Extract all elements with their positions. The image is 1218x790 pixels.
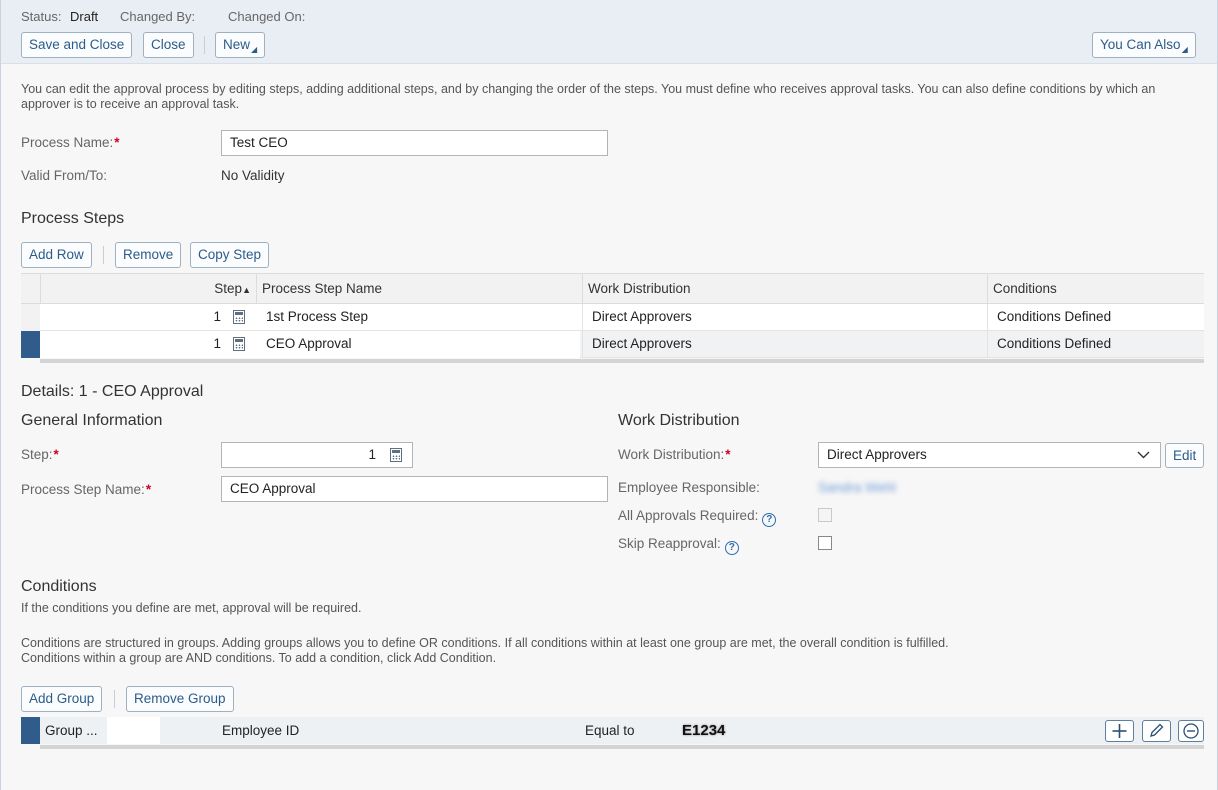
horizontal-scrollbar[interactable]	[40, 359, 1204, 363]
group-cell[interactable]: Group ...	[45, 723, 98, 738]
new-button[interactable]: New◢	[215, 32, 266, 58]
details-title: Details: 1 - CEO Approval	[21, 383, 204, 400]
work-distribution-select-value: Direct Approvers	[827, 447, 927, 462]
conditions-title: Conditions	[21, 578, 97, 595]
condition-operator-cell: Equal to	[585, 723, 635, 738]
toolbar-separator	[114, 690, 115, 708]
condition-field-cell: Employee ID	[222, 723, 300, 738]
table-header: Step▲ Process Step Name Work Distributio…	[21, 273, 1204, 304]
row-selector-selected[interactable]	[21, 331, 40, 358]
remove-condition-button[interactable]	[1178, 720, 1204, 742]
add-condition-button[interactable]	[1105, 720, 1134, 742]
conditions-cell: Conditions Defined	[987, 304, 1204, 331]
general-information-title: General Information	[21, 412, 163, 429]
dropdown-caret-icon: ◢	[251, 45, 258, 54]
step-label: Step:*	[21, 447, 59, 462]
employee-responsible-value[interactable]: Sandra Wehl	[818, 480, 896, 495]
add-row-button[interactable]: Add Row	[21, 242, 92, 268]
remove-button[interactable]: Remove	[115, 242, 182, 268]
add-group-button[interactable]: Add Group	[21, 686, 103, 712]
save-and-close-button[interactable]: Save and Close	[21, 32, 133, 58]
edit-condition-button[interactable]	[1142, 720, 1171, 742]
calculator-icon[interactable]	[390, 448, 402, 462]
skip-reapproval-label: Skip Reapproval:?	[618, 536, 739, 555]
table-row-selected[interactable]: 1 CEO Approval Direct Approvers Conditio…	[21, 331, 1204, 358]
work-distribution-label-text: Work Distribution:	[618, 447, 725, 462]
step-cell[interactable]: 1	[40, 331, 221, 358]
dropdown-caret-icon: ◢	[1181, 45, 1188, 54]
minus-circle-icon	[1183, 723, 1199, 739]
new-button-label: New	[223, 37, 251, 52]
conditions-info-text: If the conditions you define are met, ap…	[21, 601, 362, 615]
copy-step-button[interactable]: Copy Step	[190, 242, 270, 268]
calculator-icon[interactable]	[233, 337, 245, 351]
step-header-label: Step	[214, 281, 243, 296]
step-name-cell[interactable]: CEO Approval	[266, 331, 352, 358]
skip-reapproval-label-text: Skip Reapproval:	[618, 536, 721, 551]
changed-on-label: Changed On:	[228, 9, 306, 24]
work-distribution-cell: Direct Approvers	[582, 331, 987, 358]
you-can-also-button[interactable]: You Can Also◢	[1092, 32, 1196, 58]
horizontal-scrollbar[interactable]	[40, 745, 1204, 749]
column-header-conditions[interactable]: Conditions	[987, 274, 1204, 303]
work-distribution-label: Work Distribution:*	[618, 447, 731, 462]
row-selector[interactable]	[21, 304, 40, 331]
all-approvals-required-label: All Approvals Required:?	[618, 508, 777, 527]
process-name-input[interactable]: Test CEO	[221, 130, 608, 156]
row-selector-selected[interactable]	[21, 717, 40, 744]
work-distribution-cell: Direct Approvers	[582, 304, 987, 331]
valid-from-to-value: No Validity	[221, 168, 285, 183]
calculator-icon[interactable]	[233, 310, 245, 324]
employee-responsible-label: Employee Responsible:	[618, 480, 760, 495]
valid-from-to-label: Valid From/To:	[21, 168, 108, 183]
toolbar-separator	[103, 246, 104, 264]
process-name-label: Process Name:*	[21, 135, 120, 150]
help-icon[interactable]: ?	[724, 541, 739, 555]
condition-value-cell: E1234	[682, 722, 726, 739]
column-header-step-name[interactable]: Process Step Name	[256, 274, 582, 303]
required-marker: *	[114, 135, 120, 150]
toolbar-separator	[204, 36, 205, 54]
required-marker: *	[53, 447, 59, 462]
page-header: Status: Draft Changed By: Changed On: Sa…	[1, 0, 1217, 64]
step-label-text: Step:	[21, 447, 53, 462]
remove-group-button[interactable]: Remove Group	[126, 686, 234, 712]
required-marker: *	[145, 482, 152, 497]
step-cell[interactable]: 1	[40, 304, 221, 331]
process-step-name-label: Process Step Name:*	[21, 482, 151, 497]
conditions-help-text-1: Conditions are structured in groups. Add…	[21, 636, 949, 650]
sort-ascending-icon: ▲	[242, 285, 251, 295]
all-approvals-label-text: All Approvals Required:	[618, 508, 759, 523]
process-step-name-input[interactable]: CEO Approval	[221, 476, 608, 502]
you-can-also-label: You Can Also	[1100, 37, 1181, 52]
required-marker: *	[725, 447, 731, 462]
edit-button[interactable]: Edit	[1165, 443, 1205, 468]
group-name-field[interactable]	[107, 717, 160, 744]
process-name-label-text: Process Name:	[21, 135, 114, 150]
intro-text: You can edit the approval process by edi…	[21, 82, 1156, 111]
close-button[interactable]: Close	[143, 32, 194, 58]
status-label: Status:	[21, 9, 62, 24]
column-header-step[interactable]: Step▲	[40, 274, 256, 303]
work-distribution-select[interactable]: Direct Approvers	[818, 442, 1161, 468]
skip-reapproval-checkbox[interactable]	[818, 536, 832, 550]
chevron-down-icon	[1137, 451, 1150, 459]
process-steps-title: Process Steps	[21, 210, 125, 227]
condition-group-row[interactable]: Group ... Employee ID Equal to E1234	[21, 717, 1204, 744]
step-name-cell[interactable]: 1st Process Step	[266, 304, 368, 331]
help-icon[interactable]: ?	[762, 513, 777, 527]
conditions-help-text-2: Conditions within a group are AND condit…	[21, 651, 497, 665]
changed-by-label: Changed By:	[120, 9, 196, 24]
process-step-name-label-text: Process Step Name:	[21, 482, 145, 497]
all-approvals-required-checkbox	[818, 508, 832, 522]
conditions-cell: Conditions Defined	[987, 331, 1204, 358]
plus-icon	[1112, 724, 1127, 738]
select-all-cell[interactable]	[21, 274, 40, 303]
step-input[interactable]: 1	[221, 442, 413, 468]
work-distribution-title: Work Distribution	[618, 412, 740, 429]
table-row[interactable]: 1 1st Process Step Direct Approvers Cond…	[21, 304, 1204, 331]
pencil-icon	[1150, 723, 1164, 737]
column-header-work-distribution[interactable]: Work Distribution	[582, 274, 987, 303]
status-value: Draft	[70, 9, 99, 24]
